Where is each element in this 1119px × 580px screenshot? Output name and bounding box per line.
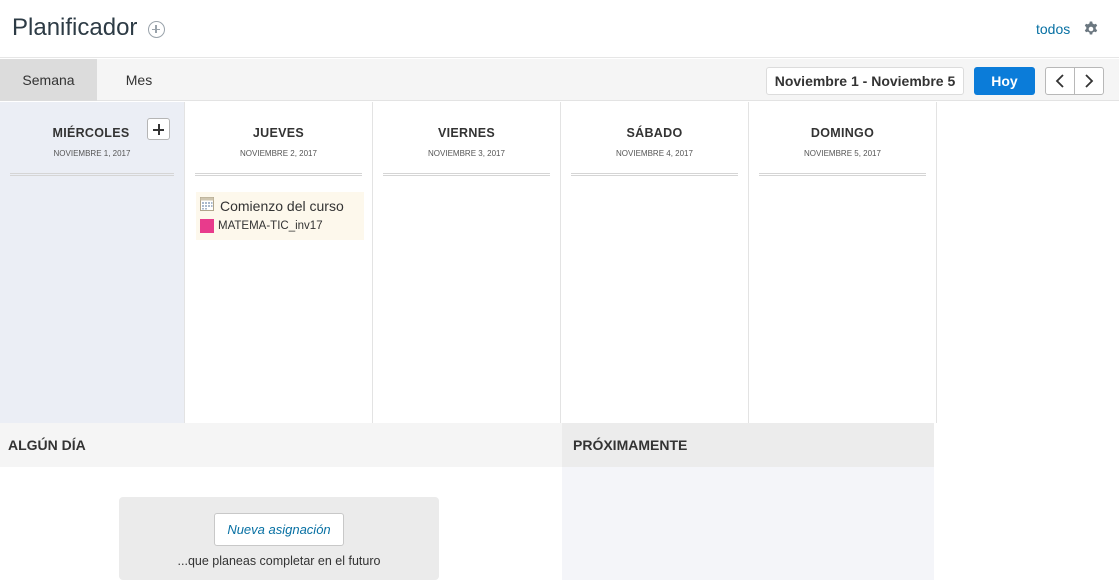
day-name: VIERNES [438, 126, 495, 140]
someday-section: ALGÚN DÍA Nueva asignación ...que planea… [0, 423, 562, 580]
week-days: MIÉRCOLES NOVIEMBRE 1, 2017 JUEVES NOVIE… [0, 102, 937, 423]
day-column-friday: VIERNES NOVIEMBRE 3, 2017 [373, 102, 561, 423]
day-date: NOVIEMBRE 5, 2017 [804, 149, 881, 158]
day-column-wednesday: MIÉRCOLES NOVIEMBRE 1, 2017 [0, 102, 185, 423]
new-assignment-button[interactable]: Nueva asignación [214, 513, 344, 546]
day-date: NOVIEMBRE 1, 2017 [53, 149, 131, 158]
someday-title: ALGÚN DÍA [8, 437, 86, 453]
day-column-saturday: SÁBADO NOVIEMBRE 4, 2017 [561, 102, 749, 423]
next-week-button[interactable] [1075, 68, 1104, 94]
planner-header: Planificador todos [0, 0, 1119, 58]
someday-card: Nueva asignación ...que planeas completa… [119, 497, 439, 580]
day-divider [195, 173, 362, 176]
chevron-left-icon [1055, 74, 1064, 88]
tab-month[interactable]: Mes [97, 59, 181, 101]
chevron-right-icon [1085, 74, 1094, 88]
todos-link[interactable]: todos [1036, 21, 1070, 37]
day-column-sunday: DOMINGO NOVIEMBRE 5, 2017 [749, 102, 937, 423]
day-divider [383, 173, 550, 176]
someday-header: ALGÚN DÍA [0, 423, 562, 467]
week-navigation [1045, 67, 1104, 95]
upcoming-section: PRÓXIMAMENTE [562, 423, 934, 580]
event-course: MATEMA-TIC_inv17 [218, 220, 323, 232]
add-to-day-button[interactable] [147, 118, 170, 140]
day-date: NOVIEMBRE 4, 2017 [616, 149, 693, 158]
gear-icon[interactable] [1083, 21, 1099, 37]
event-title: Comienzo del curso [220, 198, 344, 214]
tab-week[interactable]: Semana [0, 59, 97, 101]
day-divider [10, 173, 174, 176]
someday-hint: ...que planeas completar en el futuro [177, 554, 381, 568]
previous-week-button[interactable] [1046, 68, 1075, 94]
day-divider [759, 173, 926, 176]
date-range-label: Noviembre 1 - Noviembre 5 [766, 67, 964, 95]
add-circle-icon[interactable] [148, 21, 165, 38]
day-name: SÁBADO [626, 126, 683, 140]
calendar-icon [200, 197, 214, 211]
today-button[interactable]: Hoy [974, 67, 1035, 95]
day-column-thursday: JUEVES NOVIEMBRE 2, 2017 [185, 102, 373, 423]
upcoming-title: PRÓXIMAMENTE [573, 437, 688, 453]
day-date: NOVIEMBRE 3, 2017 [428, 149, 505, 158]
day-date: NOVIEMBRE 2, 2017 [240, 149, 317, 158]
day-divider [571, 173, 738, 176]
calendar-event[interactable]: Comienzo del curso MATEMA-TIC_inv17 [196, 192, 364, 240]
upcoming-header: PRÓXIMAMENTE [562, 423, 934, 467]
page-title: Planificador [12, 14, 138, 41]
day-name: DOMINGO [810, 126, 875, 140]
day-name: JUEVES [252, 126, 305, 140]
course-color-swatch [200, 219, 214, 233]
planner-toolbar: Semana Mes Noviembre 1 - Noviembre 5 Hoy [0, 59, 1119, 101]
